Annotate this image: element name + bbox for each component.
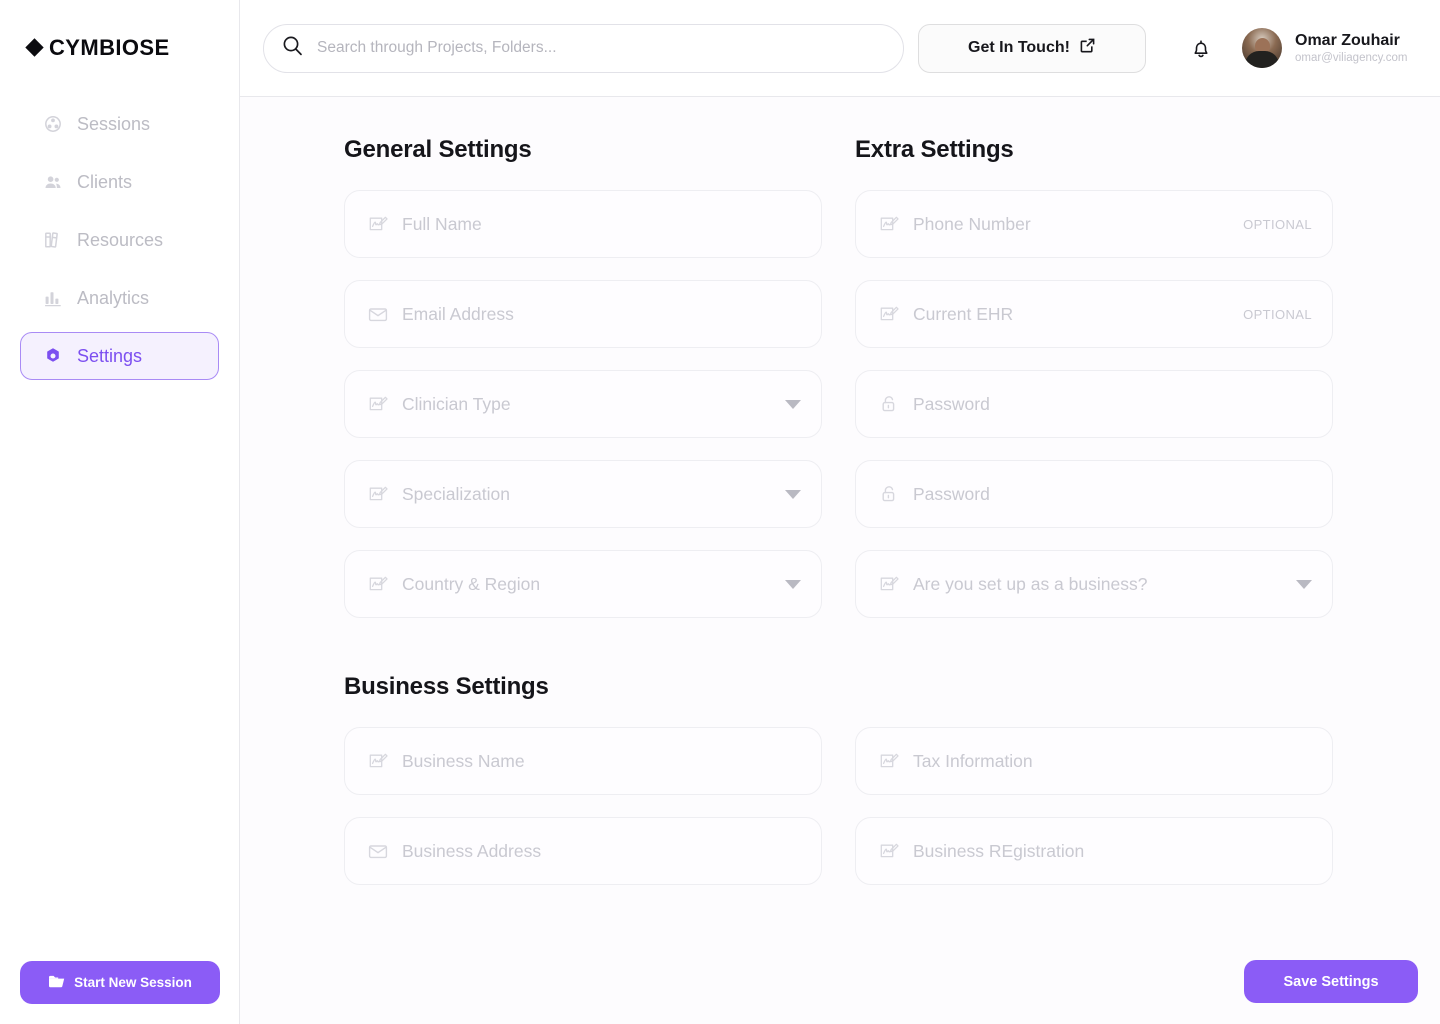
signature-icon bbox=[878, 303, 900, 325]
business-name-field[interactable]: Business Name bbox=[344, 727, 822, 795]
sidebar-item-label: Sessions bbox=[77, 113, 151, 134]
chevron-down-icon bbox=[1296, 579, 1312, 589]
general-settings-title: General Settings bbox=[344, 136, 532, 163]
avatar bbox=[1242, 28, 1282, 68]
current-ehr-field[interactable]: Current EHR OPTIONAL bbox=[855, 280, 1333, 348]
settings-grid: General Settings Full Name Email Address… bbox=[240, 136, 1440, 907]
field-placeholder: Business Name bbox=[402, 750, 525, 771]
notifications-bell-icon[interactable] bbox=[1188, 35, 1214, 61]
confirm-password-field[interactable]: Password bbox=[855, 460, 1333, 528]
business-address-field[interactable]: Business Address bbox=[344, 817, 822, 885]
optional-badge: OPTIONAL bbox=[1243, 306, 1312, 322]
extra-settings-title: Extra Settings bbox=[855, 136, 1014, 163]
sidebar-item-label: Resources bbox=[77, 229, 164, 250]
field-placeholder: Full Name bbox=[402, 213, 482, 234]
sidebar-item-label: Analytics bbox=[77, 287, 150, 308]
signature-icon bbox=[367, 573, 389, 595]
sidebar-item-resources[interactable]: Resources bbox=[20, 216, 219, 264]
sidebar: CYMBIOSE Sessions Clients Resources Anal… bbox=[0, 0, 240, 1024]
top-bar: Get In Touch! bbox=[240, 0, 1440, 97]
user-menu[interactable]: Omar Zouhair omar@viliagency.com bbox=[1242, 28, 1407, 68]
field-placeholder: Country & Region bbox=[402, 573, 541, 594]
search-icon bbox=[282, 35, 303, 61]
gear-icon bbox=[43, 346, 63, 366]
field-placeholder: Specialization bbox=[402, 483, 510, 504]
business-settings-column-left: Business Settings Business Name Business… bbox=[344, 640, 822, 907]
business-settings-column-right: Business Settings Tax Information bbox=[855, 640, 1333, 907]
sidebar-item-sessions[interactable]: Sessions bbox=[20, 100, 219, 148]
field-placeholder: Tax Information bbox=[913, 750, 1033, 771]
main-area: Get In Touch! bbox=[240, 0, 1440, 1024]
specialization-dropdown[interactable]: Specialization bbox=[344, 460, 822, 528]
chevron-down-icon bbox=[785, 489, 801, 499]
sidebar-nav: Sessions Clients Resources Analytics Set… bbox=[0, 100, 239, 380]
users-group-icon bbox=[43, 172, 63, 192]
extra-settings-column: Extra Settings Phone Number OPTIONAL Cur… bbox=[855, 136, 1333, 640]
country-region-dropdown[interactable]: Country & Region bbox=[344, 550, 822, 618]
search-box[interactable] bbox=[263, 23, 904, 73]
user-name: Omar Zouhair bbox=[1295, 31, 1400, 49]
field-placeholder: Business Address bbox=[402, 840, 542, 861]
field-placeholder: Clinician Type bbox=[402, 393, 511, 414]
signature-icon bbox=[367, 213, 389, 235]
brand-logo[interactable]: CYMBIOSE bbox=[0, 0, 239, 62]
field-placeholder: Password bbox=[913, 393, 990, 414]
general-settings-column: General Settings Full Name Email Address… bbox=[344, 136, 822, 640]
chevron-down-icon bbox=[785, 579, 801, 589]
signature-icon bbox=[878, 573, 900, 595]
signature-icon bbox=[878, 213, 900, 235]
optional-badge: OPTIONAL bbox=[1243, 216, 1312, 232]
business-registration-field[interactable]: Business REgistration bbox=[855, 817, 1333, 885]
signature-icon bbox=[878, 750, 900, 772]
sidebar-item-settings[interactable]: Settings bbox=[20, 332, 219, 380]
external-link-icon bbox=[1079, 37, 1096, 59]
chevron-down-icon bbox=[785, 399, 801, 409]
field-placeholder: Business REgistration bbox=[913, 840, 1085, 861]
field-placeholder: Phone Number bbox=[913, 213, 1031, 234]
field-placeholder: Are you set up as a business? bbox=[913, 573, 1148, 594]
app-root: CYMBIOSE Sessions Clients Resources Anal… bbox=[0, 0, 1440, 1024]
email-address-field[interactable]: Email Address bbox=[344, 280, 822, 348]
folder-icon bbox=[48, 974, 65, 992]
user-email: omar@viliagency.com bbox=[1295, 51, 1408, 64]
search-input[interactable] bbox=[317, 39, 885, 57]
settings-content: General Settings Full Name Email Address… bbox=[240, 97, 1440, 1024]
sidebar-item-label: Settings bbox=[77, 345, 143, 366]
signature-icon bbox=[367, 483, 389, 505]
tax-information-field[interactable]: Tax Information bbox=[855, 727, 1333, 795]
books-icon bbox=[43, 230, 63, 250]
user-info: Omar Zouhair omar@viliagency.com bbox=[1295, 31, 1407, 66]
envelope-icon bbox=[367, 303, 389, 325]
phone-number-field[interactable]: Phone Number OPTIONAL bbox=[855, 190, 1333, 258]
start-new-session-label: Start New Session bbox=[74, 975, 192, 990]
lock-icon bbox=[878, 393, 900, 415]
brand-name: CYMBIOSE bbox=[49, 34, 170, 60]
field-placeholder: Current EHR bbox=[913, 303, 1014, 324]
diamond-icon bbox=[25, 38, 44, 57]
get-in-touch-label: Get In Touch! bbox=[968, 39, 1070, 56]
sidebar-item-analytics[interactable]: Analytics bbox=[20, 274, 219, 322]
signature-icon bbox=[878, 840, 900, 862]
network-share-icon bbox=[43, 114, 63, 134]
sidebar-item-clients[interactable]: Clients bbox=[20, 158, 219, 206]
field-placeholder: Password bbox=[913, 483, 990, 504]
full-name-field[interactable]: Full Name bbox=[344, 190, 822, 258]
clinician-type-dropdown[interactable]: Clinician Type bbox=[344, 370, 822, 438]
business-settings-title: Business Settings bbox=[344, 673, 549, 700]
signature-icon bbox=[367, 393, 389, 415]
get-in-touch-button[interactable]: Get In Touch! bbox=[918, 23, 1146, 73]
save-settings-button[interactable]: Save Settings bbox=[1244, 960, 1418, 1003]
start-new-session-button[interactable]: Start New Session bbox=[20, 961, 220, 1004]
bar-chart-icon bbox=[43, 288, 63, 308]
field-placeholder: Email Address bbox=[402, 303, 514, 324]
business-setup-dropdown[interactable]: Are you set up as a business? bbox=[855, 550, 1333, 618]
sidebar-item-label: Clients bbox=[77, 171, 133, 192]
signature-icon bbox=[367, 750, 389, 772]
envelope-icon bbox=[367, 840, 389, 862]
lock-icon bbox=[878, 483, 900, 505]
avatar-body bbox=[1245, 51, 1279, 68]
password-field[interactable]: Password bbox=[855, 370, 1333, 438]
